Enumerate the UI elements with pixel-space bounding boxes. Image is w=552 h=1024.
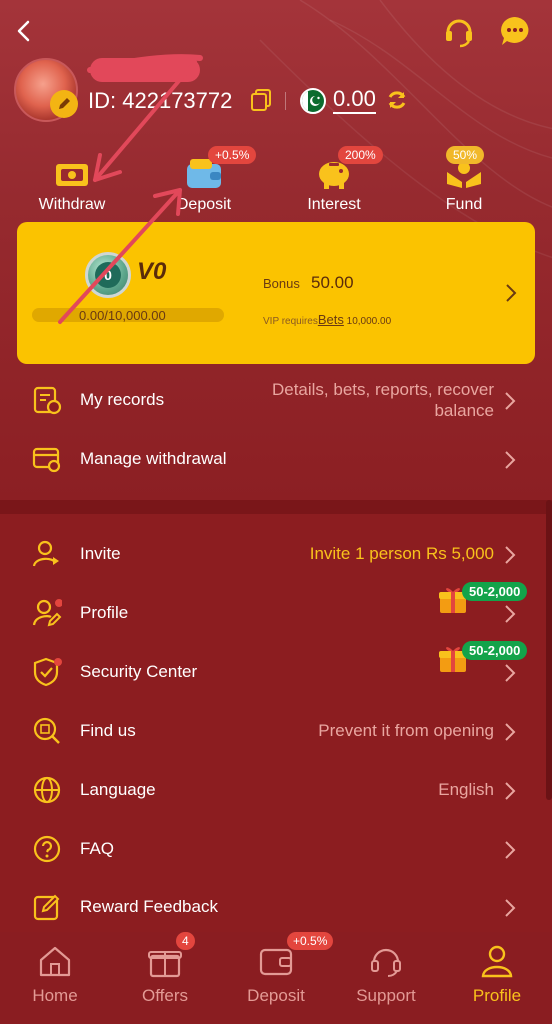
interest-label: Interest xyxy=(307,196,361,213)
search-doc-icon xyxy=(33,717,60,744)
vip-requirement: VIP requiresBets 10,000.00 xyxy=(263,312,391,327)
menu-label: Manage withdrawal xyxy=(80,449,227,468)
menu-item-language[interactable]: Language English xyxy=(0,762,552,818)
fund-badge: 50% xyxy=(446,146,485,164)
balance-value: 0.00 xyxy=(333,86,376,114)
gift-box-icon xyxy=(148,951,182,978)
shield-check-icon xyxy=(33,657,62,687)
nav-support[interactable]: Support xyxy=(331,938,441,1006)
menu-label: Reward Feedback xyxy=(80,897,218,916)
deposit-button[interactable]: +0.5% Deposit xyxy=(144,146,264,214)
chevron-right-icon xyxy=(505,664,516,682)
globe-icon xyxy=(33,776,61,804)
records-icon xyxy=(33,386,62,415)
edit-avatar-icon[interactable] xyxy=(50,90,78,118)
home-icon xyxy=(39,946,71,977)
menu-item-invite[interactable]: Invite Invite 1 person Rs 5,000 xyxy=(0,526,552,582)
fund-label: Fund xyxy=(445,196,483,213)
menu-label: My records xyxy=(80,390,165,409)
chevron-right-icon xyxy=(505,605,516,623)
nav-label: Support xyxy=(356,986,416,1005)
edit-feedback-icon xyxy=(33,894,60,921)
user-id: ID: 422173772 xyxy=(88,86,232,116)
bottom-nav: Home 4 Offers +0.5% Deposit Support Prof… xyxy=(0,932,552,1024)
chevron-right-icon xyxy=(505,723,516,741)
card-settings-icon xyxy=(32,447,61,473)
vip-req-value: 10,000.00 xyxy=(346,316,392,327)
divider xyxy=(285,92,286,110)
reward-badge: 50-2,000 xyxy=(462,582,528,601)
bonus-value: 50.00 xyxy=(311,273,354,292)
vip-req-link[interactable]: Bets xyxy=(318,312,344,327)
vip-badge-icon: 0 xyxy=(85,252,131,298)
copy-icon[interactable] xyxy=(250,88,272,112)
menu-item-faq[interactable]: FAQ xyxy=(0,821,552,877)
withdraw-button[interactable]: Withdraw xyxy=(12,148,132,214)
offers-badge: 4 xyxy=(176,932,195,950)
menu-label: Profile xyxy=(80,603,129,622)
withdraw-label: Withdraw xyxy=(38,196,106,213)
vip-badge-number: 0 xyxy=(95,262,121,288)
vip-level: V0 xyxy=(137,258,167,285)
nav-label: Home xyxy=(32,986,78,1005)
vip-progress-text: 0.00/10,000.00 xyxy=(79,308,166,323)
nav-home[interactable]: Home xyxy=(0,938,110,1006)
menu-value: Prevent it from opening xyxy=(318,721,494,740)
menu-value: English xyxy=(438,780,494,799)
pakistan-flag-icon xyxy=(300,88,326,114)
bonus-label: Bonus xyxy=(263,276,300,291)
chevron-right-icon xyxy=(505,782,516,800)
top-bar xyxy=(0,10,552,54)
nav-offers[interactable]: 4 Offers xyxy=(110,932,220,1006)
profile-edit-icon xyxy=(32,599,62,627)
fund-button[interactable]: 50% Fund xyxy=(404,146,524,214)
chat-icon[interactable] xyxy=(498,14,532,48)
nav-profile[interactable]: Profile xyxy=(442,938,552,1006)
chevron-right-icon xyxy=(505,451,516,469)
deposit-badge: +0.5% xyxy=(208,146,257,164)
menu-label: Find us xyxy=(80,721,136,740)
refresh-icon[interactable] xyxy=(386,89,408,111)
menu-item-my-records[interactable]: My records Details, bets, reports, recov… xyxy=(0,372,552,428)
menu-item-find-us[interactable]: Find us Prevent it from opening xyxy=(0,703,552,759)
menu-label: Invite xyxy=(80,544,121,563)
id-value: 422173772 xyxy=(122,88,233,113)
headset-icon[interactable] xyxy=(442,14,476,48)
menu-label: Language xyxy=(80,780,156,799)
chevron-right-icon xyxy=(505,546,516,564)
wallet-icon xyxy=(259,948,293,976)
chevron-right-icon xyxy=(505,899,516,917)
withdraw-icon xyxy=(56,164,88,186)
nav-label: Deposit xyxy=(247,986,305,1005)
id-label: ID: xyxy=(88,88,117,113)
deposit-label: Deposit xyxy=(176,196,232,213)
vip-req-prefix: VIP requires xyxy=(263,316,318,327)
interest-badge: 200% xyxy=(338,146,383,164)
back-arrow-icon[interactable] xyxy=(12,16,36,46)
section-divider xyxy=(0,500,552,514)
interest-button[interactable]: 200% Interest xyxy=(274,146,394,214)
menu-value: Details, bets, reports, recover balance xyxy=(271,380,494,420)
username-redacted xyxy=(90,58,200,82)
chevron-right-icon xyxy=(506,284,517,302)
menu-item-reward-feedback[interactable]: Reward Feedback xyxy=(0,879,552,935)
question-icon xyxy=(33,835,61,863)
chevron-right-icon xyxy=(505,841,516,859)
user-icon xyxy=(481,945,513,978)
nav-deposit[interactable]: +0.5% Deposit xyxy=(221,932,334,1006)
menu-item-manage-withdrawal[interactable]: Manage withdrawal xyxy=(0,431,552,487)
invite-icon xyxy=(32,540,59,567)
menu-value: Invite 1 person Rs 5,000 xyxy=(309,544,494,563)
nav-label: Offers xyxy=(142,986,188,1005)
vip-card[interactable]: 0 V0 0.00/10,000.00 Bonus 50.00 VIP requ… xyxy=(17,222,535,364)
menu-label: Security Center xyxy=(80,662,198,681)
reward-badge: 50-2,000 xyxy=(462,641,528,660)
menu-label: FAQ xyxy=(80,839,115,858)
headset-icon xyxy=(371,948,401,977)
chevron-right-icon xyxy=(505,392,516,410)
nav-label: Profile xyxy=(472,986,522,1005)
deposit-nav-badge: +0.5% xyxy=(287,932,334,950)
